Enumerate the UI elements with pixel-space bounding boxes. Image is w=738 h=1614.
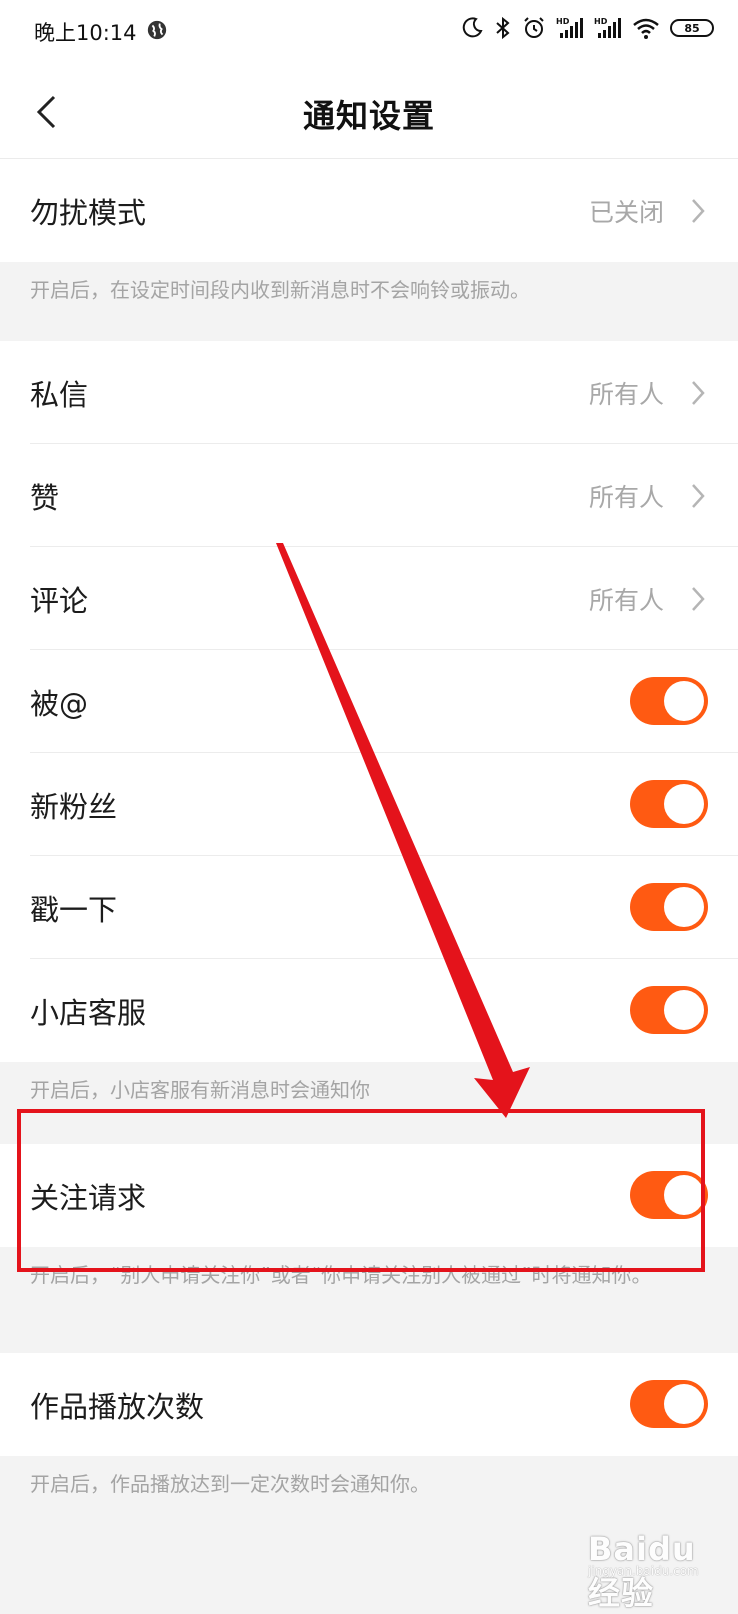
toggle-knob [664,681,704,721]
toggle-switch[interactable] [630,1171,708,1219]
dnd-note: 开启后，在设定时间段内收到新消息时不会响铃或振动。 [0,262,738,341]
setting-value: 所有人 [588,585,664,615]
setting-value: 所有人 [588,482,664,512]
setting-label: 作品播放次数 [30,1389,205,1424]
setting-label: 关注请求 [30,1180,147,1215]
chevron-right-icon [692,587,705,611]
setting-row-new-fans: 新粉丝 [0,753,738,856]
setting-label: 赞 [30,480,60,515]
wifi-icon [633,18,659,39]
setting-row-private-message[interactable]: 私信 所有人 [0,341,738,444]
toggle-switch[interactable] [630,1380,708,1428]
toggle-switch[interactable] [630,780,708,828]
follow-request-note: 开启后，“别人申请关注你”或者“你申请关注别人被通过”时将通知你。 [0,1247,738,1353]
battery-icon: 85 [670,19,714,37]
toggle-knob [664,1384,704,1424]
toggle-switch[interactable] [630,986,708,1034]
setting-row-shop-service: 小店客服 [0,959,738,1062]
setting-row-poke: 戳一下 [0,856,738,959]
setting-row-comments[interactable]: 评论 所有人 [0,547,738,650]
setting-row-follow-request: 关注请求 [0,1144,738,1247]
setting-value: 所有人 [588,379,664,409]
globe-icon [147,20,167,40]
setting-row-likes[interactable]: 赞 所有人 [0,444,738,547]
alarm-icon [524,17,544,38]
chevron-right-icon [692,381,705,405]
setting-row-dnd[interactable]: 勿扰模式 已关闭 [0,159,738,262]
setting-row-mentions: 被@ [0,650,738,753]
moon-icon [462,17,483,38]
signal-hd-icon: HD [594,17,621,38]
watermark-sub: jingyan.baidu.com [588,1564,699,1578]
toggle-switch[interactable] [630,883,708,931]
toggle-switch[interactable] [630,677,708,725]
setting-label: 被@ [30,686,89,721]
setting-label: 戳一下 [30,892,118,927]
setting-label: 勿扰模式 [30,195,147,230]
toggle-knob [664,1175,704,1215]
toggle-knob [664,990,704,1030]
page-title: 通知设置 [302,97,435,135]
chevron-right-icon [692,199,705,223]
setting-label: 私信 [30,377,89,412]
setting-label: 新粉丝 [30,789,118,824]
nav-bar: 通知设置 [0,66,738,159]
status-time: 晚上10:14 [34,21,137,45]
setting-value: 已关闭 [588,197,664,227]
setting-row-play-count: 作品播放次数 [0,1353,738,1456]
toggle-knob [664,887,704,927]
svg-text:HD: HD [556,17,570,26]
status-icons: HD HD 85 [460,16,714,40]
setting-label: 评论 [30,583,89,618]
status-bar: 晚上10:14 HD HD 85 [0,0,738,66]
bluetooth-icon [496,16,510,40]
watermark-logo: Baidu经验 jingyan.baidu.com [580,1512,700,1612]
shop-service-note: 开启后，小店客服有新消息时会通知你 [0,1062,738,1144]
chevron-right-icon [692,484,705,508]
svg-text:HD: HD [594,17,608,26]
setting-label: 小店客服 [30,995,147,1030]
toggle-knob [664,784,704,824]
signal-hd-icon: HD [556,17,583,38]
